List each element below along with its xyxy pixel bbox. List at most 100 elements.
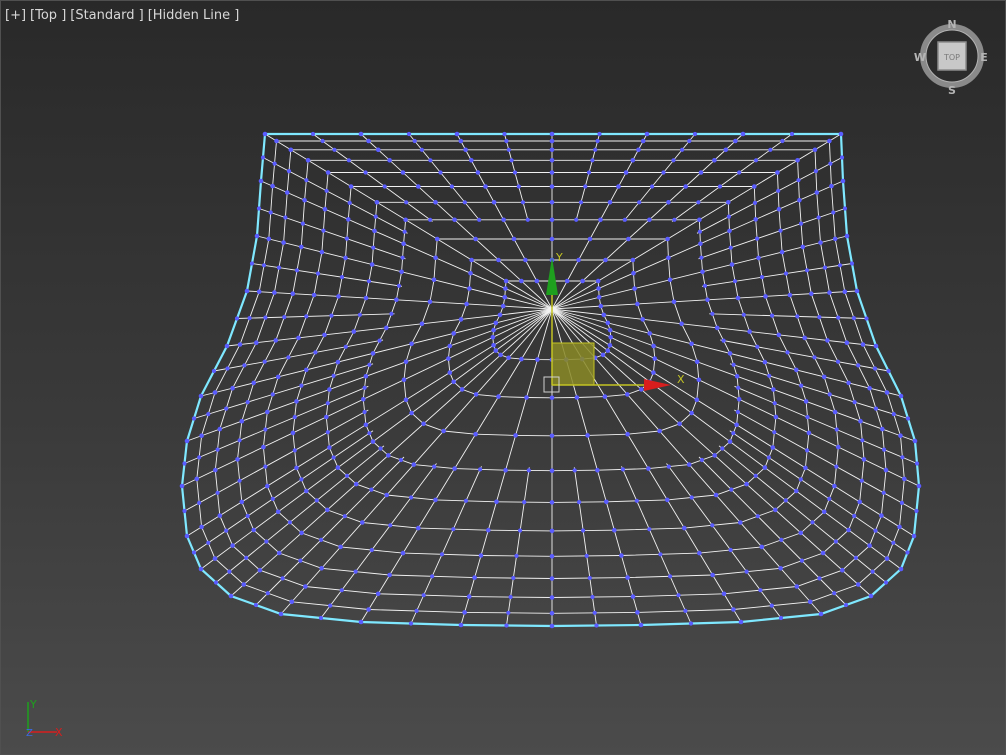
- mesh-vertex[interactable]: [840, 567, 845, 573]
- mesh-vertex[interactable]: [503, 278, 509, 284]
- mesh-vertex[interactable]: [458, 622, 464, 628]
- mesh-vertex[interactable]: [747, 329, 752, 334]
- mesh-vertex[interactable]: [631, 270, 636, 276]
- mesh-vertex[interactable]: [237, 438, 242, 443]
- mesh-vertex[interactable]: [353, 481, 359, 487]
- mesh-vertex[interactable]: [778, 615, 784, 621]
- mesh-vertex[interactable]: [241, 582, 247, 587]
- mesh-vertex[interactable]: [598, 217, 603, 223]
- mesh-vertex[interactable]: [503, 467, 508, 473]
- mesh-vertex[interactable]: [294, 268, 300, 273]
- mesh-vertex[interactable]: [217, 426, 223, 432]
- mesh-vertex[interactable]: [290, 291, 296, 297]
- mesh-vertex[interactable]: [595, 138, 600, 144]
- mesh-vertex[interactable]: [832, 236, 838, 242]
- mesh-vertex[interactable]: [382, 184, 387, 189]
- mesh-vertex[interactable]: [194, 476, 200, 482]
- mesh-vertex[interactable]: [282, 315, 287, 320]
- mesh-vertex[interactable]: [798, 221, 804, 226]
- mesh-vertex[interactable]: [370, 439, 376, 444]
- mesh-vertex[interactable]: [827, 496, 832, 501]
- mesh-vertex[interactable]: [500, 303, 506, 309]
- mesh-vertex[interactable]: [803, 465, 808, 471]
- mesh-vertex[interactable]: [428, 217, 433, 222]
- mesh-vertex[interactable]: [496, 394, 501, 399]
- mesh-vertex[interactable]: [729, 487, 734, 492]
- mesh-vertex[interactable]: [689, 495, 694, 500]
- mesh-vertex[interactable]: [549, 576, 555, 581]
- mesh-vertex[interactable]: [650, 184, 655, 189]
- mesh-vertex[interactable]: [472, 575, 477, 580]
- mesh-vertex[interactable]: [327, 387, 332, 392]
- mesh-vertex[interactable]: [853, 555, 859, 561]
- mesh-vertex[interactable]: [778, 566, 783, 571]
- mesh-vertex[interactable]: [697, 550, 702, 556]
- mesh-vertex[interactable]: [288, 147, 294, 153]
- mesh-vertex[interactable]: [278, 611, 284, 617]
- mesh-vertex[interactable]: [363, 422, 369, 428]
- mesh-vertex[interactable]: [373, 214, 378, 219]
- mesh-vertex[interactable]: [580, 278, 585, 284]
- mesh-vertex[interactable]: [257, 567, 263, 573]
- mesh-vertex[interactable]: [668, 574, 673, 579]
- mesh-vertex[interactable]: [263, 427, 268, 432]
- mesh-vertex[interactable]: [509, 158, 514, 163]
- mesh-vertex[interactable]: [775, 170, 780, 175]
- mesh-vertex[interactable]: [215, 447, 220, 452]
- mesh-vertex[interactable]: [394, 297, 399, 303]
- mesh-vertex[interactable]: [230, 385, 235, 391]
- mesh-vertex[interactable]: [817, 576, 822, 581]
- mesh-vertex[interactable]: [439, 552, 445, 557]
- mesh-vertex[interactable]: [647, 331, 652, 336]
- mesh-vertex[interactable]: [228, 593, 234, 599]
- mesh-vertex[interactable]: [886, 368, 891, 374]
- mesh-vertex[interactable]: [694, 397, 700, 403]
- mesh-vertex[interactable]: [319, 537, 324, 543]
- mesh-vertex[interactable]: [215, 490, 220, 495]
- mesh-vertex[interactable]: [601, 312, 607, 318]
- mesh-vertex[interactable]: [687, 138, 692, 144]
- mesh-vertex[interactable]: [369, 262, 375, 267]
- mesh-vertex[interactable]: [727, 228, 732, 234]
- mesh-vertex[interactable]: [331, 373, 336, 378]
- mesh-vertex[interactable]: [343, 255, 348, 261]
- mesh-vertex[interactable]: [526, 468, 531, 473]
- mesh-vertex[interactable]: [759, 544, 765, 550]
- mesh-vertex[interactable]: [583, 184, 588, 189]
- mesh-vertex[interactable]: [855, 582, 861, 587]
- mesh-vertex[interactable]: [813, 169, 819, 174]
- mesh-vertex[interactable]: [473, 431, 478, 437]
- mesh-vertex[interactable]: [859, 478, 864, 483]
- mesh-vertex[interactable]: [714, 325, 720, 331]
- mesh-vertex[interactable]: [844, 233, 850, 239]
- mesh-vertex[interactable]: [549, 147, 555, 153]
- mesh-vertex[interactable]: [585, 433, 590, 438]
- mesh-vertex[interactable]: [598, 303, 604, 309]
- mesh-vertex[interactable]: [287, 520, 292, 525]
- mesh-vertex[interactable]: [883, 467, 889, 473]
- mesh-vertex[interactable]: [281, 240, 286, 245]
- mesh-vertex[interactable]: [261, 444, 266, 450]
- mesh-vertex[interactable]: [549, 468, 555, 474]
- mesh-vertex[interactable]: [731, 431, 736, 436]
- mesh-vertex[interactable]: [344, 236, 349, 241]
- mesh-vertex[interactable]: [375, 591, 381, 597]
- mesh-vertex[interactable]: [217, 513, 223, 518]
- mesh-vertex[interactable]: [595, 467, 600, 473]
- mesh-vertex[interactable]: [469, 257, 474, 263]
- mesh-vertex[interactable]: [477, 217, 482, 222]
- mesh-vertex[interactable]: [296, 335, 301, 341]
- mesh-vertex[interactable]: [403, 217, 408, 223]
- mesh-vertex[interactable]: [211, 368, 217, 374]
- mesh-vertex[interactable]: [602, 394, 608, 399]
- mesh-vertex[interactable]: [388, 523, 393, 528]
- mesh-vertex[interactable]: [327, 445, 332, 450]
- mesh-vertex[interactable]: [284, 190, 290, 195]
- mesh-vertex[interactable]: [491, 327, 496, 333]
- mesh-vertex[interactable]: [753, 217, 758, 222]
- mesh-vertex[interactable]: [427, 299, 433, 305]
- mesh-vertex[interactable]: [772, 430, 777, 435]
- mesh-vertex[interactable]: [384, 325, 389, 331]
- mesh-vertex[interactable]: [339, 275, 345, 280]
- mesh-vertex[interactable]: [264, 539, 269, 544]
